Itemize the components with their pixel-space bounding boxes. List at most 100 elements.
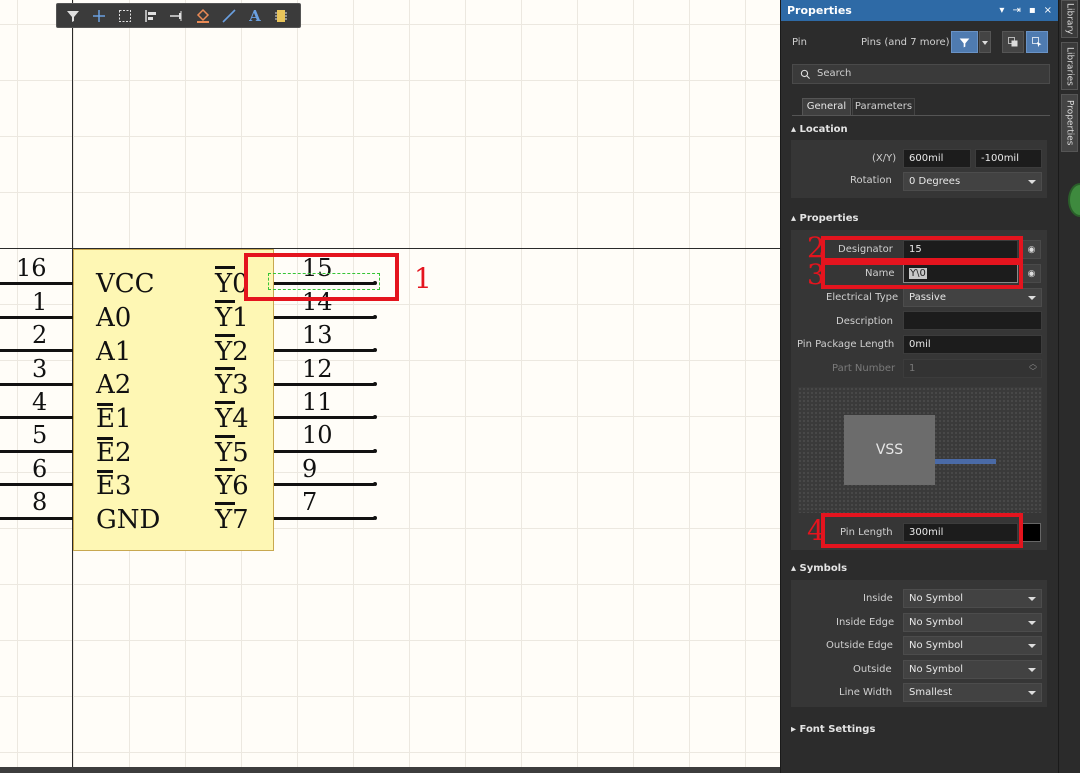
pin-name: E1 xyxy=(96,404,132,434)
description-field[interactable] xyxy=(903,311,1042,330)
tab-general[interactable]: General xyxy=(802,98,851,115)
tab-library-label: Library xyxy=(1064,3,1075,35)
pin-package-length-field[interactable]: 0mil xyxy=(903,335,1042,354)
tab-underline xyxy=(792,115,1050,116)
tab-library[interactable]: Library xyxy=(1061,0,1078,38)
active-low-overbar xyxy=(97,437,113,440)
pin-line[interactable] xyxy=(274,416,374,419)
pin-hotspot xyxy=(373,516,377,520)
pin-line[interactable] xyxy=(274,483,374,486)
pin-line[interactable] xyxy=(0,416,73,419)
pin-hotspot xyxy=(373,348,377,352)
inside-edge-dropdown[interactable]: No Symbol xyxy=(903,613,1042,632)
chevron-down-icon xyxy=(1028,296,1036,300)
outside-dropdown[interactable]: No Symbol xyxy=(903,660,1042,679)
pin-package-length-label: Pin Package Length xyxy=(797,339,895,350)
properties-section-header[interactable]: ▴ Properties xyxy=(791,213,858,224)
pin-line[interactable] xyxy=(0,450,73,453)
active-low-overbar xyxy=(215,502,235,505)
pin-line[interactable] xyxy=(0,383,73,386)
schematic-canvas[interactable]: 16 VCC 1 A0 2 A1 3 A2 4 E1 5 E2 6 E3 8 G… xyxy=(0,0,780,773)
panel-pin-icon[interactable]: ⇥ xyxy=(1012,5,1020,16)
line-icon[interactable] xyxy=(217,6,241,26)
line-width-dropdown[interactable]: Smallest xyxy=(903,683,1042,702)
outside-edge-label: Outside Edge xyxy=(826,640,893,651)
location-section-header[interactable]: ▴ Location xyxy=(791,124,848,135)
copy-select-icon xyxy=(1008,37,1018,47)
active-low-overbar xyxy=(215,334,235,337)
outside-edge-value: No Symbol xyxy=(909,640,964,651)
x-field-value: 600mil xyxy=(909,153,944,164)
pin-name: A2 xyxy=(96,370,132,400)
pin-line[interactable] xyxy=(0,282,73,285)
pin-color-swatch[interactable] xyxy=(1022,523,1041,542)
fill-icon[interactable] xyxy=(191,6,215,26)
part-number-field: 1 ︿ ﹀ xyxy=(903,359,1042,378)
inside-value: No Symbol xyxy=(909,593,964,604)
search-icon xyxy=(800,69,811,80)
pin-name: Y5 xyxy=(215,438,249,468)
select-rect-icon[interactable] xyxy=(113,6,137,26)
pin-name: Y3 xyxy=(215,370,249,400)
symbols-header-label: Symbols xyxy=(799,563,848,574)
filter-icon[interactable] xyxy=(61,6,85,26)
pin-number: 11 xyxy=(302,388,333,416)
pin-line[interactable] xyxy=(0,483,73,486)
pin-number: 3 xyxy=(32,355,48,383)
align-icon[interactable] xyxy=(139,6,163,26)
pin-name: Y6 xyxy=(215,471,249,501)
select-add-button[interactable] xyxy=(1002,31,1024,53)
pin-line[interactable] xyxy=(274,349,374,352)
panel-close-icon[interactable]: × xyxy=(1044,5,1052,16)
active-low-overbar xyxy=(215,266,235,269)
pin-line[interactable] xyxy=(274,450,374,453)
cross-icon[interactable] xyxy=(87,6,111,26)
pin-number: 1 xyxy=(32,288,48,316)
pin-line[interactable] xyxy=(0,316,73,319)
outside-label: Outside xyxy=(853,664,892,675)
tab-parameters[interactable]: Parameters xyxy=(852,98,915,115)
inside-edge-label: Inside Edge xyxy=(836,617,895,628)
search-box[interactable]: Search xyxy=(792,64,1050,84)
select-remove-button[interactable] xyxy=(1026,31,1048,53)
electrical-type-dropdown[interactable]: Passive xyxy=(903,288,1042,307)
panel-title-bar: Properties ▾ ⇥ ▪ × xyxy=(781,0,1058,21)
symbols-section-header[interactable]: ▴ Symbols xyxy=(791,563,847,574)
expand-arrow-icon: ▸ xyxy=(791,724,800,735)
annotation-1: 1 xyxy=(414,262,432,295)
filter-dropdown-button[interactable] xyxy=(979,31,991,53)
eye-icon[interactable]: ◉ xyxy=(1022,264,1041,283)
tab-libraries[interactable]: Libraries xyxy=(1061,42,1078,90)
chevron-down-icon xyxy=(982,41,988,45)
y-field[interactable]: -100mil xyxy=(975,149,1042,168)
pin-name: E3 xyxy=(96,471,132,501)
active-low-overbar xyxy=(215,300,235,303)
part-icon[interactable] xyxy=(269,6,293,26)
pin-hotspot xyxy=(373,415,377,419)
pin-line[interactable] xyxy=(274,517,374,520)
pin-line[interactable] xyxy=(0,517,73,520)
filter-button[interactable] xyxy=(951,31,978,53)
line-width-value: Smallest xyxy=(909,687,953,698)
y-field-value: -100mil xyxy=(981,153,1019,164)
rotation-dropdown[interactable]: 0 Degrees xyxy=(903,172,1042,191)
text-icon[interactable]: A xyxy=(243,6,267,26)
font-settings-section-header[interactable]: ▸ Font Settings xyxy=(791,724,875,735)
xy-label: (X/Y) xyxy=(872,153,897,164)
inside-dropdown[interactable]: No Symbol xyxy=(903,589,1042,608)
pin-hotspot xyxy=(373,382,377,386)
annotation-4: 4 xyxy=(807,514,825,547)
pin-line[interactable] xyxy=(0,349,73,352)
panel-menu-icon[interactable]: ▾ xyxy=(999,5,1004,16)
x-field[interactable]: 600mil xyxy=(903,149,971,168)
pin-icon[interactable] xyxy=(165,6,189,26)
tab-properties[interactable]: Properties xyxy=(1061,94,1078,152)
outside-edge-dropdown[interactable]: No Symbol xyxy=(903,636,1042,655)
pin-name: VCC xyxy=(96,269,155,299)
inside-label: Inside xyxy=(863,593,893,604)
eye-icon[interactable]: ◉ xyxy=(1022,240,1041,259)
select-cursor-icon xyxy=(1032,37,1042,48)
pin-line[interactable] xyxy=(274,316,374,319)
panel-float-icon[interactable]: ▪ xyxy=(1029,5,1036,16)
pin-line[interactable] xyxy=(274,383,374,386)
